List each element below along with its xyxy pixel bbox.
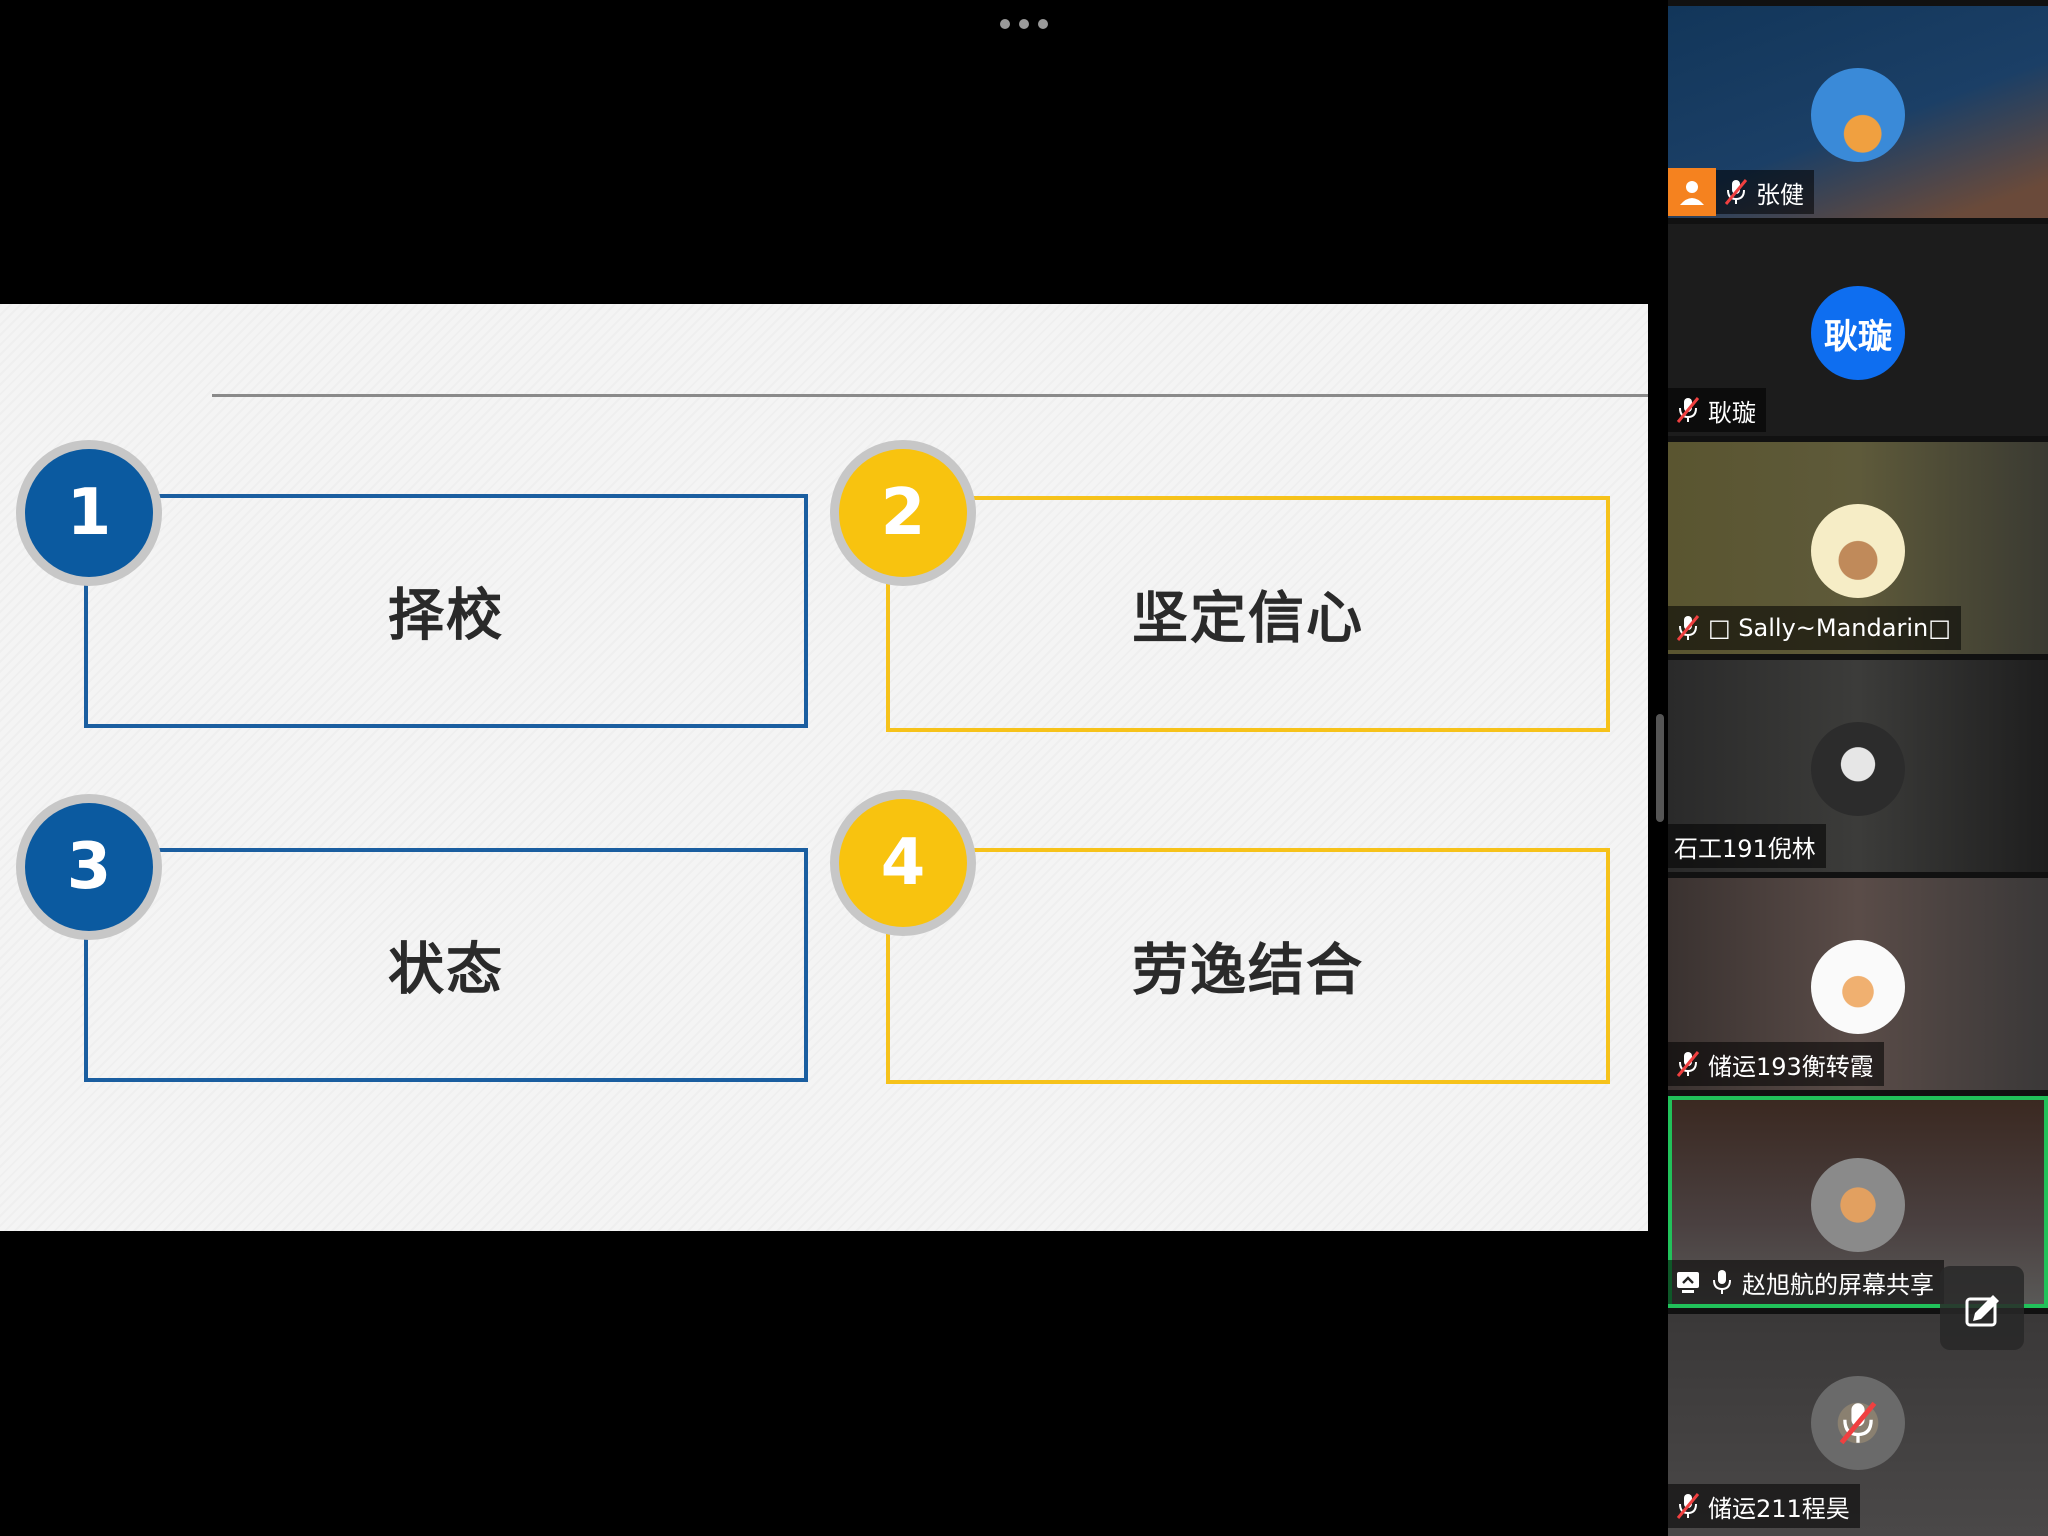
participant-name: 耿璇 (1708, 398, 1756, 427)
edit-pen-icon (1965, 1295, 1999, 1327)
number-badge-4: 4 (830, 790, 976, 936)
number-badge-text: 3 (25, 803, 153, 931)
number-badge-text: 4 (839, 799, 967, 927)
mic-muted-icon (1674, 613, 1702, 643)
number-badge-2: 2 (830, 440, 976, 586)
mic-muted-icon (1722, 177, 1750, 207)
slide-divider (212, 394, 1648, 397)
more-options-icon[interactable] (1000, 18, 1048, 30)
annotate-button[interactable] (1940, 1266, 2024, 1350)
slide-card-label: 状态 (388, 937, 504, 1003)
participant-name: 储运211程昊 (1708, 1494, 1850, 1523)
participant-name-bar: 赵旭航的屏幕共享 (1668, 1260, 1944, 1304)
participant-tile[interactable]: 储运193衡转霞 (1668, 878, 2048, 1090)
sidebar-resize-handle[interactable] (1656, 714, 1664, 822)
monster-sticker-avatar (1811, 722, 1905, 816)
number-badge-3: 3 (16, 794, 162, 940)
participant-name: 赵旭航的屏幕共享 (1742, 1270, 1934, 1299)
participant-tile[interactable]: 耿璇 耿璇 (1668, 224, 2048, 436)
participant-name: □ Sally~Mandarin□ (1708, 614, 1951, 642)
host-icon (1668, 168, 1716, 216)
cartoon-character-avatar (1811, 504, 1905, 598)
participant-name: 张健 (1756, 180, 1804, 209)
participant-name-bar: 耿璇 (1668, 388, 1766, 432)
participant-name-bar: 张健 (1668, 168, 1814, 216)
participant-name-bar: 石工191倪林 (1668, 824, 1826, 868)
mic-muted-icon (1674, 395, 1702, 425)
screen-share-icon (1674, 1267, 1702, 1297)
number-badge-text: 2 (839, 449, 967, 577)
slide-card-2: 坚定信心 (886, 496, 1610, 732)
participant-name: 石工191倪林 (1674, 834, 1816, 863)
slide-card-4: 劳逸结合 (886, 848, 1610, 1084)
participant-name-bar: □ Sally~Mandarin□ (1668, 606, 1961, 650)
mic-muted-icon (1674, 1049, 1702, 1079)
slide-card-3: 状态 (84, 848, 808, 1082)
participant-name: 储运193衡转霞 (1708, 1052, 1874, 1081)
slide-card-label: 劳逸结合 (1132, 938, 1364, 1004)
participant-name-bar: 储运193衡转霞 (1668, 1042, 1884, 1086)
mic-muted-icon (1839, 1401, 1877, 1445)
participant-tile[interactable]: 石工191倪林 (1668, 660, 2048, 872)
shared-screen-slide: 择校 1 坚定信心 2 状态 3 劳逸结合 4 (0, 304, 1648, 1231)
mic-icon (1708, 1267, 1736, 1297)
corgi-avatar (1811, 1158, 1905, 1252)
participant-name-bar: 储运211程昊 (1668, 1484, 1860, 1528)
participant-tile[interactable]: □ Sally~Mandarin□ (1668, 442, 2048, 654)
cat-cartoon-avatar (1811, 940, 1905, 1034)
mic-muted-icon (1674, 1491, 1702, 1521)
slide-card-label: 择校 (388, 583, 504, 649)
number-badge-1: 1 (16, 440, 162, 586)
landscape-avatar (1811, 1376, 1905, 1470)
cloud-sky-avatar (1811, 68, 1905, 162)
slide-card-1: 择校 (84, 494, 808, 728)
number-badge-text: 1 (25, 449, 153, 577)
text-avatar: 耿璇 (1811, 286, 1905, 380)
participant-tile[interactable]: 张健 (1668, 6, 2048, 218)
slide-card-label: 坚定信心 (1132, 586, 1364, 652)
